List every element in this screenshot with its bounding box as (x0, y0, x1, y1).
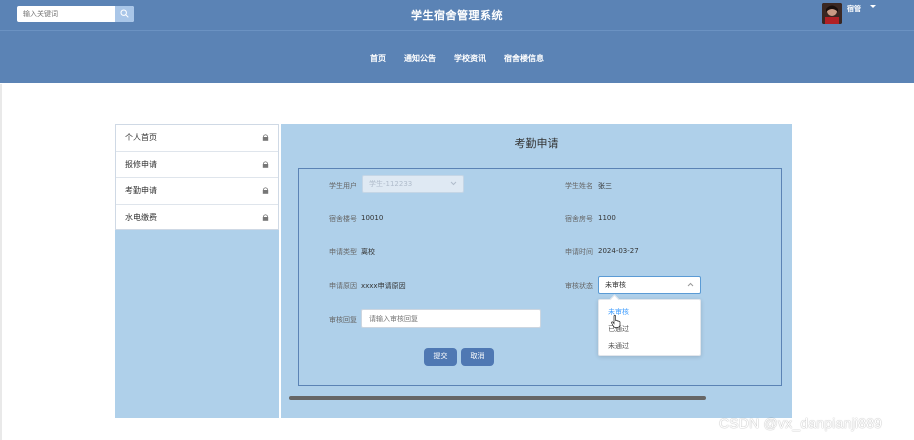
time-label: 申请时间 (565, 248, 593, 256)
reply-input[interactable] (361, 309, 541, 328)
chevron-up-icon (687, 282, 694, 287)
sidebar-item-attendance[interactable]: 考勤申请 (116, 178, 278, 205)
type-value: 离校 (361, 248, 375, 256)
type-label: 申请类型 (329, 248, 357, 256)
watermark: CSDN @vx_danpianji889 (719, 415, 883, 431)
student-name-label: 学生姓名 (565, 182, 593, 190)
lock-icon (262, 187, 269, 194)
status-label: 审核状态 (565, 282, 593, 290)
time-value: 2024-03-27 (598, 247, 639, 255)
form-container (298, 168, 782, 386)
room-label: 宿舍房号 (565, 215, 593, 223)
sidebar-item-profile[interactable]: 个人首页 (116, 125, 278, 152)
status-value: 未审核 (605, 281, 626, 289)
sidebar: 个人首页 报修申请 考勤申请 水电缴费 (115, 124, 279, 230)
status-select[interactable]: 未审核 (598, 276, 701, 294)
lock-icon (262, 134, 269, 141)
caret-down-icon[interactable] (870, 5, 876, 8)
nav-bar: 首页 通知公告 学校资讯 宿舍楼信息 (0, 30, 914, 83)
reply-label: 审核回复 (329, 316, 357, 324)
building-label: 宿舍楼号 (329, 215, 357, 223)
room-value: 1100 (598, 214, 616, 222)
sidebar-item-label: 个人首页 (125, 133, 157, 142)
nav-item-dorm-buildings[interactable]: 宿舍楼信息 (504, 53, 544, 64)
sidebar-item-label: 报修申请 (125, 159, 157, 169)
sidebar-item-label: 考勤申请 (125, 186, 157, 195)
student-user-label: 学生用户 (329, 182, 357, 190)
student-name-value: 张三 (598, 182, 612, 190)
horizontal-scrollbar[interactable] (289, 396, 706, 400)
main-panel: 考勤申请 (281, 124, 792, 418)
nav-item-news[interactable]: 学校资讯 (454, 53, 486, 64)
cancel-button[interactable]: 取消 (461, 348, 494, 366)
sidebar-item-utilities[interactable]: 水电缴费 (116, 205, 278, 232)
student-user-select[interactable]: 学生-112233 (362, 175, 464, 193)
sidebar-item-repair[interactable]: 报修申请 (116, 152, 278, 178)
chevron-down-icon (450, 181, 457, 186)
hand-cursor-icon (611, 315, 621, 328)
submit-button[interactable]: 提交 (424, 348, 457, 366)
user-name[interactable]: 宿管 (847, 4, 861, 14)
lock-icon (262, 213, 269, 221)
sidebar-background (115, 230, 279, 418)
avatar[interactable] (822, 3, 842, 24)
nav-item-notices[interactable]: 通知公告 (404, 53, 436, 64)
sidebar-item-label: 水电缴费 (125, 212, 157, 222)
reason-value: xxxx申请原因 (361, 282, 406, 290)
page-title: 考勤申请 (514, 137, 559, 150)
page-edge (0, 84, 2, 440)
student-user-value: 学生-112233 (369, 180, 413, 188)
reason-label: 申请原因 (329, 282, 357, 290)
dropdown-option-rejected[interactable]: 未通过 (608, 341, 629, 351)
site-title: 学生宿舍管理系统 (411, 9, 503, 22)
building-value: 10010 (361, 214, 384, 222)
top-bar: 学生宿舍管理系统 宿管 (0, 0, 914, 30)
lock-icon (262, 160, 269, 168)
nav-item-home[interactable]: 首页 (370, 53, 386, 64)
